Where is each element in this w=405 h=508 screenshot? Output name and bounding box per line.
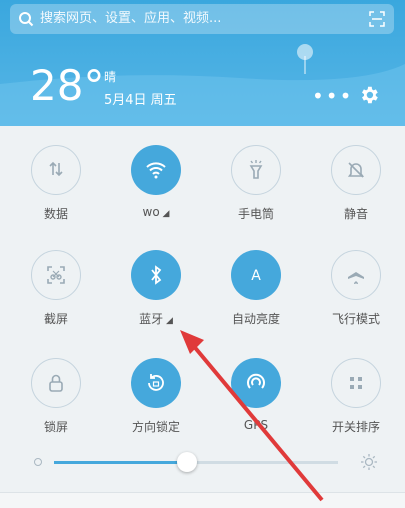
annotation-arrow bbox=[180, 330, 324, 502]
